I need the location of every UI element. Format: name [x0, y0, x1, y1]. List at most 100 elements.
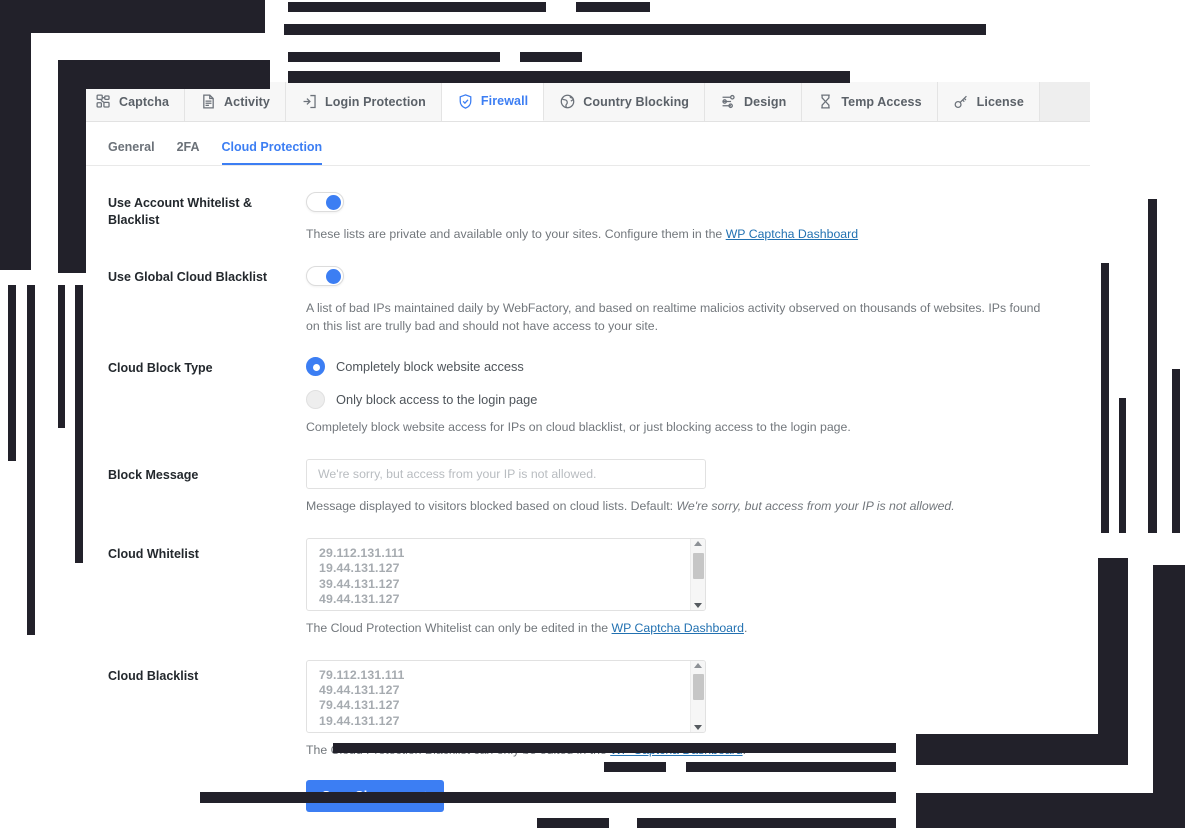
- captcha-icon: [95, 93, 112, 110]
- toggle-knob: [326, 195, 341, 210]
- occlusion-bar: [576, 2, 650, 12]
- occlusion-bar: [288, 52, 500, 62]
- field-label: Block Message: [108, 468, 199, 483]
- tab-label: Design: [744, 94, 787, 109]
- occlusion-bar: [200, 792, 896, 803]
- occlusion-bar: [27, 285, 35, 635]
- help-text-lead: The Cloud Protection Whitelist can only …: [306, 621, 612, 636]
- tab-label: Captcha: [119, 94, 170, 109]
- hourglass-icon: [817, 93, 834, 110]
- occlusion-bar: [1172, 369, 1180, 533]
- occlusion-bar: [1098, 558, 1128, 765]
- help-text-default-value: We're sorry, but access from your IP is …: [676, 499, 955, 514]
- field-label: Cloud Blacklist: [108, 668, 199, 683]
- ip-line: 49.44.131.127: [319, 683, 400, 698]
- tab-label: Country Blocking: [583, 94, 690, 109]
- occlusion-bar: [58, 60, 270, 89]
- scrollbar-thumb[interactable]: [692, 674, 704, 701]
- help-text-lead: These lists are private and available on…: [306, 227, 726, 241]
- occlusion-bar: [916, 793, 1185, 828]
- ip-line: 19.44.131.127: [319, 561, 400, 576]
- cloud-whitelist-scrollbar[interactable]: [690, 539, 705, 611]
- radio-option-login-page-only[interactable]: Only block access to the login page: [306, 390, 1062, 410]
- occlusion-bar: [288, 71, 850, 83]
- ip-line: 49.44.131.127: [319, 591, 400, 606]
- occlusion-bar: [58, 285, 65, 428]
- occlusion-bar: [75, 285, 83, 563]
- occlusion-bar: [333, 743, 896, 753]
- row-global-cloud-blacklist: Use Global Cloud Blacklist A list of bad…: [108, 265, 1062, 336]
- sub-tab-strip: General 2FA Cloud Protection: [80, 122, 1090, 166]
- subtab-2fa[interactable]: 2FA: [177, 140, 200, 165]
- account-list-help-text: These lists are private and available on…: [306, 226, 1051, 244]
- scroll-up-arrow-icon[interactable]: [694, 662, 702, 668]
- row-block-message: Block Message Message displayed to visit…: [108, 459, 1062, 516]
- toggle-knob: [326, 268, 341, 284]
- field-label: Use Account Whitelist & Blacklist: [108, 196, 252, 227]
- global-cloud-blacklist-toggle[interactable]: [306, 265, 344, 286]
- global-blacklist-help-text: A list of bad IPs maintained daily by We…: [306, 300, 1041, 333]
- occlusion-bar: [537, 818, 609, 828]
- scroll-down-arrow-icon[interactable]: [694, 724, 702, 730]
- field-label: Cloud Whitelist: [108, 547, 199, 562]
- ip-line: 79.112.131.111: [319, 667, 405, 682]
- help-text-lead: Message displayed to visitors blocked ba…: [306, 499, 677, 514]
- tab-label: Firewall: [480, 94, 529, 108]
- shield-check-icon: [457, 93, 474, 110]
- radio-option-completely-block[interactable]: Completely block website access: [306, 357, 1062, 377]
- radio-indicator: [306, 357, 325, 377]
- block-message-input[interactable]: [306, 459, 706, 490]
- tab-license[interactable]: License: [937, 82, 1040, 121]
- scroll-up-arrow-icon[interactable]: [694, 541, 702, 547]
- tab-label: License: [976, 94, 1024, 109]
- field-label: Use Global Cloud Blacklist: [108, 269, 268, 284]
- account-whitelist-blacklist-toggle[interactable]: [306, 192, 344, 212]
- row-cloud-block-type: Cloud Block Type Completely block websit…: [108, 357, 1062, 437]
- cloud-protection-form: Use Account Whitelist & Blacklist These …: [80, 166, 1090, 812]
- occlusion-bar: [1101, 263, 1109, 533]
- occlusion-bar: [1119, 398, 1126, 533]
- occlusion-bar: [0, 0, 265, 33]
- scrollbar-thumb[interactable]: [692, 552, 704, 579]
- occlusion-bar: [8, 285, 16, 461]
- tab-country-blocking[interactable]: Country Blocking: [544, 82, 706, 121]
- occlusion-bar: [686, 762, 896, 772]
- tab-label: Temp Access: [841, 94, 922, 109]
- tab-label: Login Protection: [325, 94, 426, 109]
- field-label: Cloud Block Type: [108, 361, 213, 376]
- cloud-whitelist-help-text: The Cloud Protection Whitelist can only …: [306, 620, 1051, 638]
- cloud-blacklist-textarea[interactable]: 79.112.131.111 49.44.131.127 79.44.131.1…: [306, 659, 706, 733]
- tab-strip-filler: [1039, 82, 1090, 121]
- tab-firewall[interactable]: Firewall: [441, 82, 545, 121]
- login-door-icon: [301, 93, 318, 110]
- cloud-blacklist-lines: 79.112.131.111 49.44.131.127 79.44.131.1…: [307, 661, 690, 732]
- row-cloud-whitelist: Cloud Whitelist 29.112.131.111 19.44.131…: [108, 538, 1062, 638]
- wp-captcha-dashboard-link[interactable]: WP Captcha Dashboard: [612, 621, 744, 635]
- tab-temp-access[interactable]: Temp Access: [802, 82, 938, 121]
- occlusion-bar: [288, 2, 546, 12]
- cloud-whitelist-textarea[interactable]: 29.112.131.111 19.44.131.127 39.44.131.1…: [306, 538, 706, 612]
- sliders-icon: [720, 93, 737, 110]
- wp-captcha-settings-panel: Captcha Activity Login Protection Firewa…: [80, 82, 1090, 812]
- occlusion-bar: [1153, 565, 1185, 828]
- occlusion-bar: [916, 734, 1128, 765]
- tab-label: Activity: [224, 94, 270, 109]
- scroll-down-arrow-icon[interactable]: [694, 603, 702, 609]
- subtab-general[interactable]: General: [108, 140, 155, 165]
- tab-login-protection[interactable]: Login Protection: [286, 82, 442, 121]
- ip-line: 79.44.131.127: [319, 698, 400, 713]
- help-text-tail: .: [743, 621, 748, 636]
- cloud-blacklist-scrollbar[interactable]: [690, 660, 705, 732]
- cloud-whitelist-lines: 29.112.131.111 19.44.131.127 39.44.131.1…: [307, 539, 690, 610]
- ip-line: 29.112.131.111: [319, 546, 405, 561]
- occlusion-bar: [0, 0, 31, 270]
- wp-captcha-dashboard-link[interactable]: WP Captcha Dashboard: [726, 227, 858, 241]
- block-message-help-text: Message displayed to visitors blocked ba…: [306, 498, 1051, 516]
- tab-design[interactable]: Design: [705, 82, 803, 121]
- subtab-cloud-protection[interactable]: Cloud Protection: [221, 140, 323, 165]
- occlusion-bar: [1148, 199, 1157, 533]
- occlusion-bar: [58, 60, 86, 273]
- block-type-help-text: Completely block website access for IPs …: [306, 420, 851, 435]
- ip-line: 19.44.131.127: [319, 713, 400, 728]
- occlusion-bar: [637, 818, 896, 828]
